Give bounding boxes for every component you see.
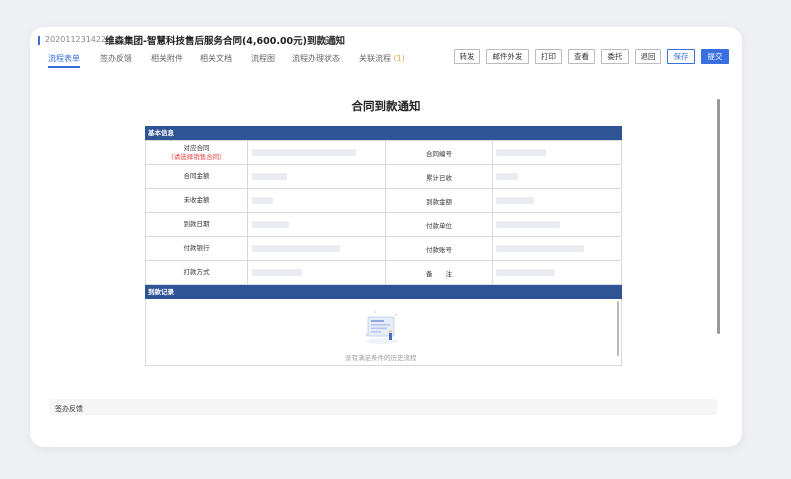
payment-method-field[interactable] — [247, 260, 386, 285]
payer-account-field[interactable] — [492, 236, 622, 261]
contract-amount-label: 合同金额 — [145, 164, 248, 189]
forward-button[interactable]: 转发 — [454, 49, 480, 64]
submit-button[interactable]: 提交 — [701, 49, 729, 64]
tab-related-process[interactable]: 关联流程 (1) — [359, 53, 405, 64]
arrival-amount-placeholder — [496, 197, 534, 204]
form-scrollbar[interactable] — [717, 99, 720, 334]
total-received-placeholder — [496, 173, 518, 180]
payer-account-label: 付款账号 — [385, 236, 493, 261]
arrival-date-field[interactable] — [247, 212, 386, 237]
page-title: 维森集团-智慧科技售后服务合同(4,600.00元)到款通知 — [105, 36, 346, 47]
total-received-label: 累计已收 — [385, 164, 493, 189]
tab-sign-feedback[interactable]: 签办反馈 — [100, 53, 132, 64]
remarks-label: 备 注 — [385, 260, 493, 285]
contract-no-label: 合同编号 — [385, 140, 493, 165]
arrival-amount-label: 到款金额 — [385, 188, 493, 213]
document-number: 202011231422 — [45, 35, 107, 44]
workflow-window: 202011231422 维森集团-智慧科技售后服务合同(4,600.00元)到… — [30, 27, 742, 447]
contract-no-placeholder — [496, 149, 546, 156]
payer-account-placeholder — [496, 245, 584, 252]
payer-placeholder — [496, 221, 560, 228]
record-list-scrollbar[interactable] — [617, 301, 619, 356]
print-button[interactable]: 打印 — [535, 49, 562, 64]
contract-placeholder — [252, 149, 356, 156]
view-button[interactable]: 查看 — [568, 49, 595, 64]
title-accent-bar — [38, 36, 40, 45]
payment-method-label: 打款方式 — [145, 260, 248, 285]
table-row: 合同金额 累计已收 — [145, 164, 622, 189]
mail-out-button[interactable]: 邮件外发 — [486, 49, 529, 64]
payer-field[interactable] — [492, 212, 622, 237]
related-process-count: (1) — [393, 54, 405, 63]
unreceived-amount-field[interactable] — [247, 188, 386, 213]
tab-related-process-label: 关联流程 — [359, 54, 391, 63]
payer-bank-field[interactable] — [247, 236, 386, 261]
return-button[interactable]: 退回 — [635, 49, 661, 64]
payer-bank-placeholder — [252, 245, 340, 252]
table-row: 付款银行 付款账号 — [145, 236, 622, 261]
contract-field[interactable] — [247, 140, 386, 165]
basic-info-header: 基本信息 — [145, 126, 622, 140]
unreceived-amount-placeholder — [252, 197, 273, 204]
total-received-field[interactable] — [492, 164, 622, 189]
header: 202011231422 维森集团-智慧科技售后服务合同(4,600.00元)到… — [30, 27, 742, 69]
arrival-amount-field[interactable] — [492, 188, 622, 213]
contract-amount-placeholder — [252, 173, 287, 180]
remarks-placeholder — [496, 269, 555, 276]
table-row: 对应合同 （请选择销售合同） 合同编号 — [145, 140, 622, 165]
contract-required-hint: （请选择销售合同） — [167, 152, 226, 161]
entrust-button[interactable]: 委托 — [601, 49, 629, 64]
payment-method-placeholder — [252, 269, 302, 276]
table-row: 未收金额 到款金额 — [145, 188, 622, 213]
empty-state-illustration-icon — [365, 311, 398, 344]
payment-record-header: 到款记录 — [145, 285, 622, 299]
arrival-date-placeholder — [252, 221, 289, 228]
tab-attachments[interactable]: 相关附件 — [151, 53, 183, 64]
arrival-date-label: 到款日期 — [145, 212, 248, 237]
contract-no-field[interactable] — [492, 140, 622, 165]
table-row: 打款方式 备 注 — [145, 260, 622, 285]
save-button[interactable]: 保存 — [667, 49, 695, 64]
contract-label-text: 对应合同 — [183, 143, 210, 152]
form-title: 合同到款通知 — [351, 99, 421, 113]
tab-process-status[interactable]: 流程办理状态 — [292, 53, 340, 64]
contract-label: 对应合同 （请选择销售合同） — [145, 140, 248, 165]
status-label: 正常 — [321, 36, 337, 45]
feedback-section — [50, 399, 717, 415]
feedback-section-label: 签办反馈 — [55, 405, 83, 413]
tab-documents[interactable]: 相关文档 — [200, 53, 232, 64]
tab-flowchart[interactable]: 流程图 — [251, 53, 275, 64]
contract-amount-field[interactable] — [247, 164, 386, 189]
basic-info-table: 对应合同 （请选择销售合同） 合同编号 合同金额 累计已收 未收金额 到款金额 到… — [145, 140, 622, 285]
unreceived-amount-label: 未收金额 — [145, 188, 248, 213]
table-row: 到款日期 付款单位 — [145, 212, 622, 237]
remarks-field[interactable] — [492, 260, 622, 285]
payer-bank-label: 付款银行 — [145, 236, 248, 261]
empty-state-text: 没有满足条件的历史流程 — [345, 354, 417, 362]
tab-process-form[interactable]: 流程表单 — [48, 53, 80, 68]
payer-label: 付款单位 — [385, 212, 493, 237]
